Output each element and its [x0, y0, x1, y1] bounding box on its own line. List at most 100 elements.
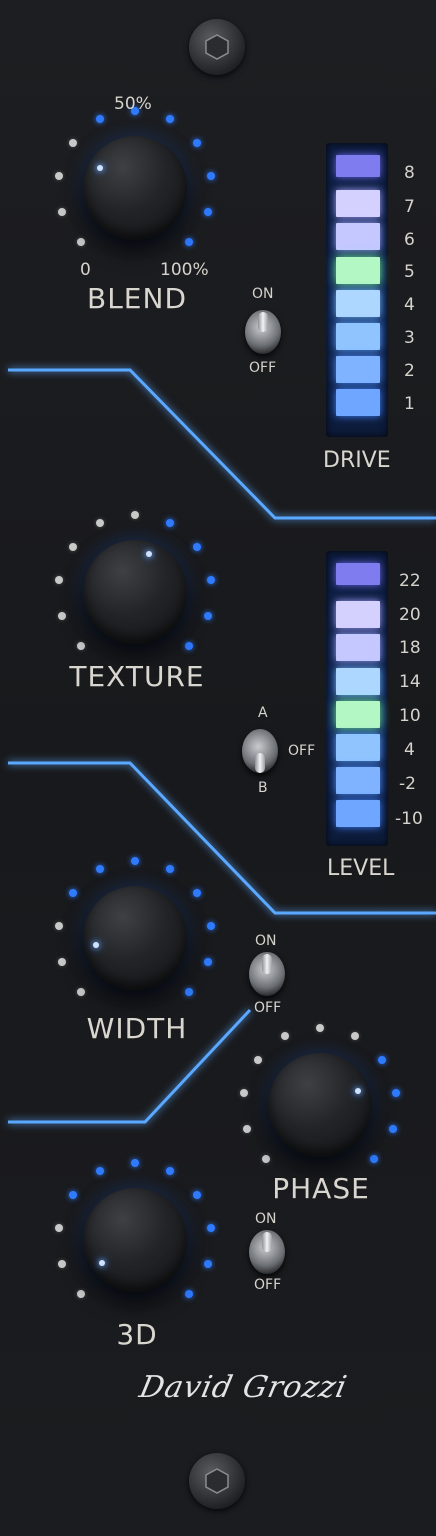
top-screw — [189, 19, 245, 75]
width-scale-dot — [207, 921, 216, 930]
blend-scale-min: 0 — [80, 260, 91, 280]
texture-scale-dot — [57, 611, 66, 620]
phase-knob[interactable] — [268, 1053, 372, 1157]
drive-label: DRIVE — [323, 448, 391, 473]
level-meter-segment — [336, 800, 380, 827]
threed-indicator — [99, 1259, 106, 1266]
threed-scale-dot — [68, 1190, 77, 1199]
toggle-lever — [262, 954, 272, 974]
ab-switch-off-label: OFF — [288, 743, 316, 759]
level-scale-22: 22 — [399, 571, 421, 591]
level-scale-4: 4 — [404, 740, 415, 760]
drive-switch-on-label: ON — [252, 286, 274, 302]
blend-scale-dot — [193, 138, 202, 147]
level-scale-20: 20 — [399, 605, 421, 625]
ab-toggle-switch[interactable] — [242, 729, 278, 773]
drive-switch-off-label: OFF — [249, 360, 277, 376]
blend-label: BLEND — [86, 282, 188, 315]
ab-switch-b-label: B — [258, 780, 268, 796]
texture-scale-dot — [68, 542, 77, 551]
drive-scale-2: 2 — [404, 361, 415, 381]
level-scale-minus-10: -10 — [395, 809, 423, 829]
level-scale-10: 10 — [399, 706, 421, 726]
level-scale-18: 18 — [399, 638, 421, 658]
texture-scale-dot — [54, 575, 63, 584]
toggle-lever — [255, 753, 265, 773]
width-knob[interactable] — [83, 886, 187, 990]
texture-scale-dot — [204, 611, 213, 620]
width-switch-on-label: ON — [255, 933, 277, 949]
width-scale-dot — [131, 857, 139, 865]
drive-scale-8: 8 — [404, 163, 415, 183]
drive-meter-segment — [336, 223, 380, 250]
texture-scale-dot — [131, 511, 139, 519]
phase-scale-dot — [378, 1055, 387, 1064]
level-scale-14: 14 — [399, 672, 421, 692]
drive-scale-5: 5 — [404, 262, 415, 282]
drive-meter-segment — [336, 389, 380, 416]
texture-indicator — [145, 551, 152, 558]
blend-scale-max: 100% — [160, 260, 209, 280]
threed-scale-dot — [207, 1223, 216, 1232]
width-label: WIDTH — [86, 1012, 188, 1045]
phase-scale-dot — [239, 1088, 248, 1097]
drive-scale-4: 4 — [404, 295, 415, 315]
drive-scale-1: 1 — [404, 394, 415, 414]
module-panel: 50% 0 100% BLEND ON OFF 8 7 6 5 4 3 2 1 … — [0, 0, 436, 1536]
blend-scale-dot — [54, 171, 63, 180]
blend-scale-mid: 50% — [114, 94, 152, 114]
level-meter-segment — [336, 668, 380, 695]
level-meter — [326, 551, 388, 846]
drive-toggle-switch[interactable] — [245, 310, 281, 354]
texture-scale-dot — [76, 642, 85, 651]
phase-scale-dot — [242, 1124, 251, 1133]
blend-knob[interactable] — [83, 136, 187, 240]
level-meter-segment — [336, 767, 380, 794]
blend-scale-dot — [68, 138, 77, 147]
level-meter-segment — [336, 601, 380, 628]
threed-scale-dot — [193, 1190, 202, 1199]
drive-meter-segment — [336, 190, 380, 217]
drive-scale-7: 7 — [404, 197, 415, 217]
drive-scale-6: 6 — [404, 230, 415, 250]
phase-scale-dot — [261, 1155, 270, 1164]
drive-meter-segment — [336, 155, 380, 177]
hex-socket-icon — [205, 1468, 229, 1494]
width-scale-dot — [193, 888, 202, 897]
threed-scale-dot — [76, 1290, 85, 1299]
threed-label: 3D — [116, 1318, 158, 1351]
drive-scale-3: 3 — [404, 328, 415, 348]
phase-scale-dot — [392, 1088, 401, 1097]
level-meter-segment — [336, 734, 380, 761]
texture-scale-dot — [193, 542, 202, 551]
level-meter-segment — [336, 563, 380, 585]
phase-scale-dot — [389, 1124, 398, 1133]
width-indicator — [92, 941, 99, 948]
blend-indicator — [97, 165, 104, 171]
level-meter-segment — [336, 634, 380, 661]
width-scale-dot — [204, 957, 213, 966]
threed-scale-dot — [57, 1259, 66, 1268]
threed-toggle-switch[interactable] — [249, 1230, 285, 1274]
level-scale-minus-2: -2 — [399, 774, 416, 794]
width-scale-dot — [68, 888, 77, 897]
width-toggle-switch[interactable] — [249, 952, 285, 996]
threed-scale-dot — [54, 1223, 63, 1232]
level-label: LEVEL — [327, 856, 395, 881]
drive-meter-segment — [336, 290, 380, 317]
ab-switch-a-label: A — [258, 705, 268, 721]
width-scale-dot — [57, 957, 66, 966]
blend-scale-dot — [76, 238, 85, 247]
drive-meter-segment — [336, 257, 380, 284]
width-scale-dot — [54, 921, 63, 930]
phase-label: PHASE — [272, 1172, 370, 1205]
phase-indicator — [354, 1088, 361, 1095]
level-meter-segment — [336, 701, 380, 728]
hex-socket-icon — [205, 34, 229, 60]
threed-knob[interactable] — [83, 1188, 187, 1292]
texture-label: TEXTURE — [69, 660, 205, 693]
blend-scale-dot — [57, 207, 66, 216]
phase-scale-dot — [253, 1055, 262, 1064]
texture-knob[interactable] — [83, 540, 187, 644]
bottom-screw — [189, 1453, 245, 1509]
